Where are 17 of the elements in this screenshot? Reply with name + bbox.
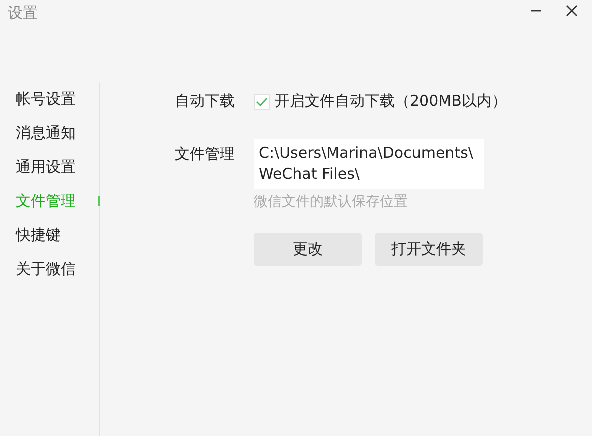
action-button[interactable]: 更改 — [254, 233, 362, 266]
check-icon — [256, 96, 268, 106]
action-button[interactable]: 打开文件夹 — [375, 233, 483, 266]
checkbox[interactable] — [254, 94, 270, 110]
sidebar-item[interactable]: 帐号设置 — [16, 90, 76, 108]
sidebar-item[interactable]: 关于微信 — [16, 260, 76, 278]
selection-indicator — [98, 196, 100, 206]
setting-label: 自动下载 — [175, 92, 236, 111]
window-title: 设置 — [8, 4, 38, 22]
path-field[interactable]: C:\Users\Marina\Documents\ WeChat Files\ — [254, 139, 484, 189]
sidebar-item[interactable]: 快捷键 — [16, 226, 61, 244]
setting-label: 文件管理 — [175, 145, 236, 164]
sidebar-item[interactable]: 通用设置 — [16, 158, 76, 176]
checkbox-label: 开启文件自动下载（200MB以内） — [275, 92, 507, 111]
hint-text: 微信文件的默认保存位置 — [254, 193, 409, 211]
close-icon[interactable] — [566, 5, 578, 17]
sidebar-item[interactable]: 消息通知 — [16, 124, 76, 142]
